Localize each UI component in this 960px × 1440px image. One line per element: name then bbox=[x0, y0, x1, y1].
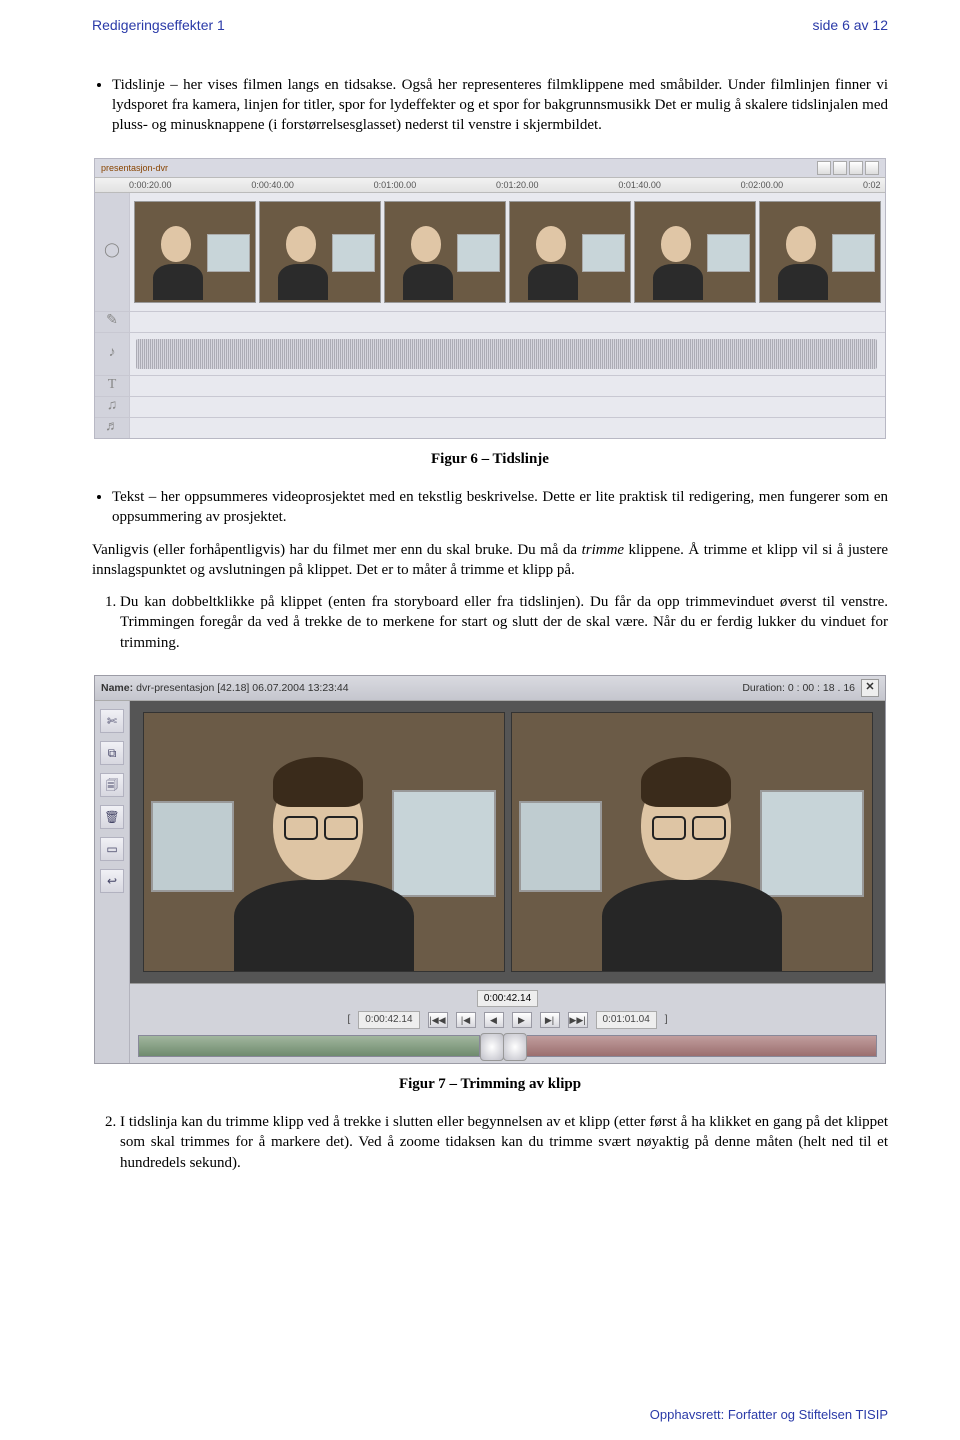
clip-thumbnail[interactable] bbox=[259, 201, 381, 303]
track-title-icon[interactable]: T bbox=[108, 376, 117, 395]
play-reverse-button[interactable]: ◀ bbox=[484, 1012, 504, 1028]
track-sfx[interactable] bbox=[130, 397, 885, 417]
track-music[interactable] bbox=[130, 418, 885, 438]
track-music-icon[interactable]: ♬ bbox=[105, 418, 119, 437]
ruler-mark: 0:01:20.00 bbox=[496, 179, 618, 191]
figure-6-timeline: presentasjon-dvr 0:00:20.00 0:00:40.00 0… bbox=[94, 158, 886, 439]
ruler-mark: 0:01:40.00 bbox=[618, 179, 740, 191]
ordered-item-2: I tidslinja kan du trimme klipp ved å tr… bbox=[120, 1112, 888, 1173]
tool-copy-icon[interactable]: ⧉ bbox=[100, 741, 124, 765]
figure-7-trim-window: Name: dvr-presentasjon [42.18] 06.07.200… bbox=[94, 675, 886, 1064]
clip-thumbnail[interactable] bbox=[509, 201, 631, 303]
tl-zoom-out-icon[interactable] bbox=[833, 161, 847, 175]
play-button[interactable]: ▶ bbox=[512, 1012, 532, 1028]
para-em-trimme: trimme bbox=[582, 542, 625, 558]
track-audio-icon[interactable]: ♪ bbox=[109, 344, 116, 363]
trim-in-timecode[interactable]: 0:00:42.14 bbox=[358, 1011, 419, 1029]
trim-frame-in[interactable] bbox=[143, 712, 505, 972]
ruler-mark: 0:01:00.00 bbox=[374, 179, 496, 191]
trim-bar-out-region[interactable] bbox=[527, 1035, 877, 1057]
track-edit-icon[interactable]: ✎ bbox=[106, 312, 118, 331]
trim-in-handle[interactable] bbox=[480, 1033, 504, 1061]
timeline-ruler[interactable]: 0:00:20.00 0:00:40.00 0:01:00.00 0:01:20… bbox=[95, 177, 885, 193]
bullet-tekst: Tekst – her oppsummeres videoprosjektet … bbox=[112, 487, 888, 528]
tl-view-a-icon[interactable] bbox=[849, 161, 863, 175]
trim-duration-value: 0 : 00 : 18 . 16 bbox=[788, 682, 855, 694]
clip-thumbnail[interactable] bbox=[384, 201, 506, 303]
video-track[interactable] bbox=[130, 193, 885, 311]
bracket-in-icon[interactable]: [ bbox=[347, 1013, 350, 1027]
trim-name-label: Name: bbox=[101, 681, 133, 695]
goto-start-button[interactable]: |◀◀ bbox=[428, 1012, 448, 1028]
header-right: side 6 av 12 bbox=[813, 16, 889, 35]
track-camera-audio[interactable] bbox=[130, 333, 885, 375]
goto-end-button[interactable]: ▶▶| bbox=[568, 1012, 588, 1028]
trim-preview-stage bbox=[130, 701, 885, 984]
clip-thumbnail[interactable] bbox=[134, 201, 256, 303]
page-footer: Opphavsrett: Forfatter og Stiftelsen TIS… bbox=[650, 1406, 888, 1424]
tool-clipboard-icon[interactable]: 🗐 bbox=[100, 773, 124, 797]
trim-out-timecode[interactable]: 0:01:01.04 bbox=[596, 1011, 657, 1029]
tl-view-b-icon[interactable] bbox=[865, 161, 879, 175]
track-title[interactable] bbox=[130, 376, 885, 396]
track-sfx-icon[interactable]: ♫ bbox=[107, 397, 118, 416]
close-icon[interactable]: ✕ bbox=[861, 679, 879, 697]
ordered-item-1: Du kan dobbeltklikke på klippet (enten f… bbox=[120, 592, 888, 653]
tool-marker-icon[interactable]: ▭ bbox=[100, 837, 124, 861]
trim-duration-label: Duration: bbox=[742, 682, 785, 694]
para-text: Vanligvis (eller forhåpentligvis) har du… bbox=[92, 542, 582, 558]
bullet-tidslinje: Tidslinje – her vises filmen langs en ti… bbox=[112, 75, 888, 136]
trim-name-value: dvr-presentasjon [42.18] 06.07.2004 13:2… bbox=[136, 681, 349, 695]
clip-thumbnail[interactable] bbox=[634, 201, 756, 303]
trim-side-toolbar: ✄ ⧉ 🗐 🗑 ▭ ↩ bbox=[95, 701, 130, 1063]
timeline-clipname: presentasjon-dvr bbox=[101, 162, 168, 174]
tool-delete-icon[interactable]: 🗑 bbox=[100, 805, 124, 829]
trim-out-handle[interactable] bbox=[503, 1033, 527, 1061]
trim-bar-in-region[interactable] bbox=[138, 1035, 480, 1057]
figure-7-caption: Figur 7 – Trimming av klipp bbox=[92, 1074, 888, 1094]
track-edit[interactable] bbox=[130, 312, 885, 332]
ruler-mark: 0:00:40.00 bbox=[251, 179, 373, 191]
tool-undo-icon[interactable]: ↩ bbox=[100, 869, 124, 893]
clip-thumbnail[interactable] bbox=[759, 201, 881, 303]
header-left: Redigeringseffekter 1 bbox=[92, 16, 225, 35]
ruler-mark: 0:02:00.00 bbox=[741, 179, 863, 191]
step-back-button[interactable]: |◀ bbox=[456, 1012, 476, 1028]
figure-6-caption: Figur 6 – Tidslinje bbox=[92, 449, 888, 469]
step-forward-button[interactable]: ▶| bbox=[540, 1012, 560, 1028]
bracket-out-icon[interactable]: ] bbox=[665, 1013, 668, 1027]
ruler-mark: 0:00:20.00 bbox=[129, 179, 251, 191]
paragraph-trim-intro: Vanligvis (eller forhåpentligvis) har du… bbox=[92, 540, 888, 581]
track-video-icon[interactable]: ◯ bbox=[104, 242, 120, 261]
trim-frame-out[interactable] bbox=[511, 712, 873, 972]
tl-zoom-in-icon[interactable] bbox=[817, 161, 831, 175]
trim-titlebar[interactable]: Name: dvr-presentasjon [42.18] 06.07.200… bbox=[95, 676, 885, 701]
trim-timecode-center: 0:00:42.14 bbox=[477, 990, 538, 1008]
trim-bar[interactable] bbox=[138, 1035, 877, 1057]
ruler-mark: 0:02 bbox=[863, 179, 885, 191]
audio-waveform bbox=[136, 339, 877, 369]
tool-scissors-icon[interactable]: ✄ bbox=[100, 709, 124, 733]
